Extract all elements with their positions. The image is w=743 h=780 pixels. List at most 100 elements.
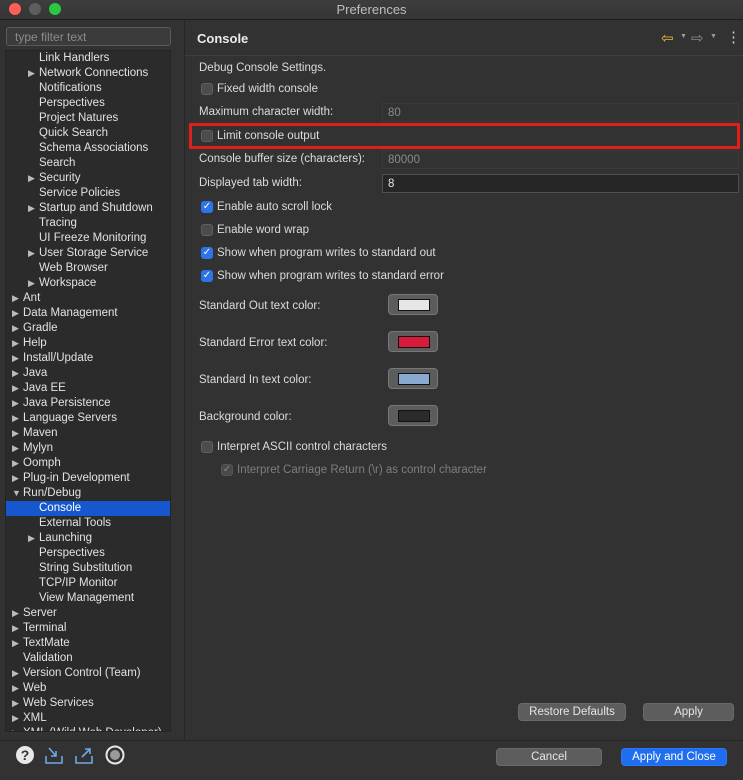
expand-arrow-icon[interactable]: ▶ (12, 636, 19, 651)
expand-arrow-icon[interactable]: ▶ (28, 66, 35, 81)
expand-arrow-icon[interactable]: ▶ (12, 456, 19, 471)
tree-item-notifications[interactable]: Notifications (6, 81, 170, 96)
forward-history-dropdown-icon[interactable]: ▼ (710, 33, 717, 40)
tree-item-ant[interactable]: ▶ Ant (6, 291, 170, 306)
tree-item-install-update[interactable]: ▶ Install/Update (6, 351, 170, 366)
show-stdout-checkbox[interactable]: ✓ (201, 247, 213, 259)
expand-arrow-icon[interactable]: ▶ (12, 711, 19, 726)
record-icon[interactable] (105, 745, 125, 765)
expand-arrow-icon[interactable]: ▶ (28, 531, 35, 546)
restore-defaults-button[interactable]: Restore Defaults (518, 703, 626, 721)
expand-arrow-icon[interactable]: ▶ (12, 696, 19, 711)
expand-arrow-icon[interactable]: ▶ (12, 336, 19, 351)
tree-item-security[interactable]: ▶ Security (6, 171, 170, 186)
back-history-dropdown-icon[interactable]: ▼ (680, 33, 687, 40)
expand-arrow-icon[interactable]: ▶ (12, 381, 19, 396)
tree-item-perspectives[interactable]: Perspectives (6, 96, 170, 111)
import-icon[interactable] (44, 745, 64, 765)
expand-arrow-icon[interactable]: ▶ (12, 351, 19, 366)
tree-item-network-connections[interactable]: ▶ Network Connections (6, 66, 170, 81)
tree-item-startup-and-shutdown[interactable]: ▶ Startup and Shutdown (6, 201, 170, 216)
tree-item-tracing[interactable]: Tracing (6, 216, 170, 231)
back-arrow-icon[interactable]: ⇦ (661, 29, 674, 47)
apply-and-close-button[interactable]: Apply and Close (621, 748, 727, 766)
view-menu-icon[interactable]: ⋮ (726, 28, 741, 46)
tree-item-launching[interactable]: ▶ Launching (6, 531, 170, 546)
tree-item-perspectives[interactable]: Perspectives (6, 546, 170, 561)
show-stderr-checkbox[interactable]: ✓ (201, 270, 213, 282)
tree-item-schema-associations[interactable]: Schema Associations (6, 141, 170, 156)
expand-arrow-icon[interactable]: ▶ (12, 441, 19, 456)
expand-arrow-icon[interactable]: ▶ (12, 411, 19, 426)
tree-item-link-handlers[interactable]: Link Handlers (6, 51, 170, 66)
expand-arrow-icon[interactable]: ▶ (12, 321, 19, 336)
std-out-color-button[interactable] (388, 294, 438, 315)
tree-item-java-persistence[interactable]: ▶ Java Persistence (6, 396, 170, 411)
tree-item-search[interactable]: Search (6, 156, 170, 171)
tree-item-tcp-ip-monitor[interactable]: TCP/IP Monitor (6, 576, 170, 591)
tree-item-java[interactable]: ▶ Java (6, 366, 170, 381)
fixed-width-checkbox[interactable] (201, 83, 213, 95)
tree-item-xml[interactable]: ▶ XML (6, 711, 170, 726)
tab-width-field[interactable] (382, 174, 739, 193)
tree-item-java-ee[interactable]: ▶ Java EE (6, 381, 170, 396)
cancel-button[interactable]: Cancel (496, 748, 602, 766)
auto-scroll-lock-checkbox[interactable]: ✓ (201, 201, 213, 213)
tree-item-string-substitution[interactable]: String Substitution (6, 561, 170, 576)
export-icon[interactable] (74, 745, 94, 765)
tree-item-web[interactable]: ▶ Web (6, 681, 170, 696)
tree-item-quick-search[interactable]: Quick Search (6, 126, 170, 141)
tree-item-console[interactable]: Console (6, 501, 170, 516)
expand-arrow-icon[interactable]: ▶ (12, 471, 19, 486)
interpret-ascii-checkbox[interactable] (201, 441, 213, 453)
tree-item-plug-in-development[interactable]: ▶ Plug-in Development (6, 471, 170, 486)
tree-item-run-debug[interactable]: ▼ Run/Debug (6, 486, 170, 501)
tree-item-workspace[interactable]: ▶ Workspace (6, 276, 170, 291)
tree-item-textmate[interactable]: ▶ TextMate (6, 636, 170, 651)
tree-item-terminal[interactable]: ▶ Terminal (6, 621, 170, 636)
word-wrap-checkbox[interactable] (201, 224, 213, 236)
tree-item-xml-wild-web-developer[interactable]: ▶ XML (Wild Web Developer) (6, 726, 170, 731)
tree-item-server[interactable]: ▶ Server (6, 606, 170, 621)
expand-arrow-icon[interactable]: ▶ (12, 426, 19, 441)
expand-arrow-icon[interactable]: ▶ (28, 276, 35, 291)
expand-arrow-icon[interactable]: ▶ (12, 306, 19, 321)
apply-button[interactable]: Apply (643, 703, 734, 721)
expand-arrow-icon[interactable]: ▶ (12, 366, 19, 381)
tree-item-validation[interactable]: Validation (6, 651, 170, 666)
tree-item-gradle[interactable]: ▶ Gradle (6, 321, 170, 336)
tree-item-version-control-team[interactable]: ▶ Version Control (Team) (6, 666, 170, 681)
tree-item-user-storage-service[interactable]: ▶ User Storage Service (6, 246, 170, 261)
expand-arrow-icon[interactable]: ▶ (12, 396, 19, 411)
tree-item-external-tools[interactable]: External Tools (6, 516, 170, 531)
expand-arrow-icon[interactable]: ▶ (12, 681, 19, 696)
help-icon[interactable]: ? (15, 745, 35, 765)
tree-item-mylyn[interactable]: ▶ Mylyn (6, 441, 170, 456)
tree-item-oomph[interactable]: ▶ Oomph (6, 456, 170, 471)
expand-arrow-icon[interactable]: ▶ (28, 171, 35, 186)
preference-tree[interactable]: Link Handlers ▶ Network Connections Notific… (5, 50, 171, 732)
filter-input[interactable] (6, 27, 171, 46)
collapse-arrow-icon[interactable]: ▼ (12, 486, 21, 501)
background-color-button[interactable] (388, 405, 438, 426)
limit-console-output-checkbox[interactable] (201, 130, 213, 142)
tree-item-service-policies[interactable]: Service Policies (6, 186, 170, 201)
expand-arrow-icon[interactable]: ▶ (12, 291, 19, 306)
expand-arrow-icon[interactable]: ▶ (28, 246, 35, 261)
tree-item-web-browser[interactable]: Web Browser (6, 261, 170, 276)
tree-item-language-servers[interactable]: ▶ Language Servers (6, 411, 170, 426)
tree-item-web-services[interactable]: ▶ Web Services (6, 696, 170, 711)
forward-arrow-icon[interactable]: ⇨ (691, 29, 704, 47)
expand-arrow-icon[interactable]: ▶ (28, 201, 35, 216)
tree-item-maven[interactable]: ▶ Maven (6, 426, 170, 441)
expand-arrow-icon[interactable]: ▶ (12, 606, 19, 621)
tree-item-ui-freeze-monitoring[interactable]: UI Freeze Monitoring (6, 231, 170, 246)
expand-arrow-icon[interactable]: ▶ (12, 621, 19, 636)
tree-item-view-management[interactable]: View Management (6, 591, 170, 606)
std-in-color-button[interactable] (388, 368, 438, 389)
tree-item-data-management[interactable]: ▶ Data Management (6, 306, 170, 321)
std-err-color-button[interactable] (388, 331, 438, 352)
tree-item-help[interactable]: ▶ Help (6, 336, 170, 351)
expand-arrow-icon[interactable]: ▶ (12, 666, 19, 681)
tree-item-project-natures[interactable]: Project Natures (6, 111, 170, 126)
